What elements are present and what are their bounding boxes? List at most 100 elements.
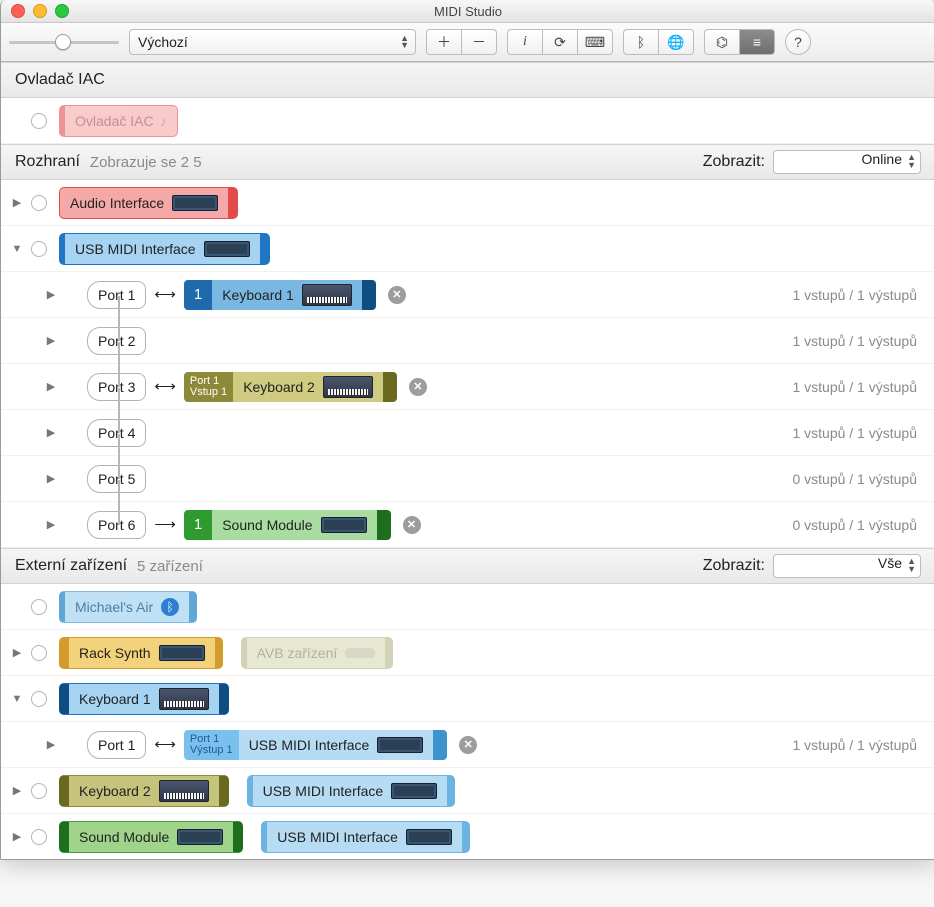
keyboard-icon [159, 688, 209, 710]
remove-connection-button[interactable]: ✕ [388, 286, 406, 304]
usb-if-link-tag[interactable]: USB MIDI Interface [261, 821, 470, 853]
usb-interface-row[interactable]: ▼ USB MIDI Interface [1, 226, 934, 272]
usb-if-link-tag[interactable]: USB MIDI Interface [247, 775, 456, 807]
minimize-icon[interactable] [33, 4, 47, 18]
sound-module-chip[interactable]: 1 Sound Module [184, 510, 391, 540]
usb-interface-tag[interactable]: USB MIDI Interface [59, 233, 270, 265]
audio-interface-row[interactable]: ▶ Audio Interface [1, 180, 934, 226]
bluetooth-icon: ᛒ [161, 598, 179, 616]
midi-studio-window: MIDI Studio Výchozí ▲▼ ＋ － i ⟳ ⌨ ᛒ 🌐 ⌬ ≡… [0, 0, 934, 860]
chip-label: USB MIDI Interface [249, 737, 370, 753]
keyboard2-chip[interactable]: Port 1 Vstup 1 Keyboard 2 [184, 372, 397, 402]
enable-radio[interactable] [31, 783, 47, 799]
enable-radio[interactable] [31, 691, 47, 707]
port-pill[interactable]: Port 5 [87, 465, 146, 493]
enable-radio[interactable] [31, 599, 47, 615]
sound-module-tag[interactable]: Sound Module [59, 821, 243, 853]
remove-connection-button[interactable]: ✕ [459, 736, 477, 754]
enable-radio[interactable] [31, 113, 47, 129]
interfaces-filter-select[interactable]: Online ▲▼ [773, 150, 921, 174]
close-icon[interactable] [11, 4, 25, 18]
section-interfaces-count: Zobrazuje se 2 5 [90, 154, 202, 171]
network-button[interactable]: 🌐 [659, 29, 694, 55]
usb-if-chip[interactable]: Port 1 Výstup 1 USB MIDI Interface [184, 730, 447, 760]
keyboard-icon: ⌨ [585, 34, 605, 51]
bidir-arrow-icon: ⟷ [154, 735, 176, 754]
disclosure-icon[interactable]: ▶ [45, 380, 57, 393]
help-icon: ? [794, 34, 802, 50]
device-icon [377, 737, 423, 753]
sound-module-label: Sound Module [79, 829, 169, 845]
air-device-tag[interactable]: Michael's Air ᛒ [59, 591, 197, 623]
help-button[interactable]: ? [785, 29, 811, 55]
titlebar: MIDI Studio [1, 0, 934, 23]
rescan-button[interactable]: ⟳ [543, 29, 578, 55]
port-row: ▶ Port 1 ⟷ 1 Keyboard 1 ✕ 1 vstupů / 1 v… [1, 272, 934, 318]
disclosure-icon[interactable]: ▶ [11, 830, 23, 843]
add-button[interactable]: ＋ [426, 29, 462, 55]
enable-radio[interactable] [31, 241, 47, 257]
enable-radio[interactable] [31, 645, 47, 661]
disclosure-icon[interactable]: ▶ [45, 472, 57, 485]
disclosure-icon[interactable]: ▶ [45, 738, 57, 751]
ext-sm-row[interactable]: ▶ Sound Module USB MIDI Interface [1, 814, 934, 859]
audio-interface-tag[interactable]: Audio Interface [59, 187, 238, 219]
disclosure-icon[interactable]: ▶ [11, 196, 23, 209]
remove-button[interactable]: － [462, 29, 497, 55]
zoom-slider[interactable] [9, 34, 119, 50]
io-meta: 0 vstupů / 1 výstupů [792, 471, 925, 487]
zoom-icon[interactable] [55, 4, 69, 18]
device-icon [177, 829, 223, 845]
bidir-arrow-icon: ⟷ [154, 377, 176, 396]
iac-device-tag[interactable]: Ovladač IAC ♪ [59, 105, 178, 137]
disclosure-icon[interactable]: ▶ [45, 518, 57, 531]
disclosure-icon[interactable]: ▶ [11, 784, 23, 797]
remove-connection-button[interactable]: ✕ [409, 378, 427, 396]
device-icon [406, 829, 452, 845]
hierarchy-icon: ⌬ [716, 34, 728, 51]
disclosure-icon[interactable]: ▼ [11, 693, 23, 705]
port-pill[interactable]: Port 4 [87, 419, 146, 447]
keyboard1-chip[interactable]: 1 Keyboard 1 [184, 280, 376, 310]
device-icon [204, 241, 250, 257]
keyboard1-tag[interactable]: Keyboard 1 [59, 683, 229, 715]
info-button[interactable]: i [507, 29, 543, 55]
avb-device-tag[interactable]: AVB zařízení [241, 637, 394, 669]
keyboard2-tag[interactable]: Keyboard 2 [59, 775, 229, 807]
section-external: Externí zařízení 5 zařízení Zobrazit: Vš… [1, 548, 934, 584]
port-pill[interactable]: Port 2 [87, 327, 146, 355]
external-filter-select[interactable]: Vše ▲▼ [773, 554, 921, 578]
disclosure-icon[interactable]: ▶ [45, 426, 57, 439]
bluetooth-button[interactable]: ᛒ [623, 29, 659, 55]
keyboard2-label: Keyboard 2 [79, 783, 151, 799]
port-pill[interactable]: Port 3 [87, 373, 146, 401]
io-meta: 1 vstupů / 1 výstupů [792, 737, 925, 753]
window-title: MIDI Studio [434, 4, 502, 19]
port-pill[interactable]: Port 6 [87, 511, 146, 539]
ext-kbd1-row[interactable]: ▼ Keyboard 1 [1, 676, 934, 722]
port-pill[interactable]: Port 1 [87, 281, 146, 309]
disclosure-icon[interactable]: ▼ [11, 243, 23, 255]
enable-radio[interactable] [31, 829, 47, 845]
list-view-button[interactable]: ≡ [740, 29, 775, 55]
config-dropdown[interactable]: Výchozí ▲▼ [129, 29, 416, 55]
midi-icon: ♪ [160, 113, 167, 129]
remove-connection-button[interactable]: ✕ [403, 516, 421, 534]
disclosure-icon[interactable]: ▶ [45, 334, 57, 347]
port-label: Port 4 [98, 425, 135, 441]
ext-kbd1-port-row: ▶ Port 1 ⟷ Port 1 Výstup 1 USB MIDI Inte… [1, 722, 934, 768]
iac-row[interactable]: Ovladač IAC ♪ [1, 98, 934, 144]
bidir-arrow-icon: ⟷ [154, 285, 176, 304]
test-button[interactable]: ⌨ [578, 29, 613, 55]
io-meta: 0 vstupů / 1 výstupů [792, 517, 925, 533]
ext-rack-row[interactable]: ▶ Rack Synth AVB zařízení [1, 630, 934, 676]
disclosure-icon[interactable]: ▶ [11, 646, 23, 659]
device-actions-seg: i ⟳ ⌨ [507, 29, 613, 55]
hierarchy-view-button[interactable]: ⌬ [704, 29, 740, 55]
disclosure-icon[interactable]: ▶ [45, 288, 57, 301]
enable-radio[interactable] [31, 195, 47, 211]
ext-air-row[interactable]: Michael's Air ᛒ [1, 584, 934, 630]
ext-kbd2-row[interactable]: ▶ Keyboard 2 USB MIDI Interface [1, 768, 934, 814]
rack-synth-tag[interactable]: Rack Synth [59, 637, 223, 669]
port-pill[interactable]: Port 1 [87, 731, 146, 759]
